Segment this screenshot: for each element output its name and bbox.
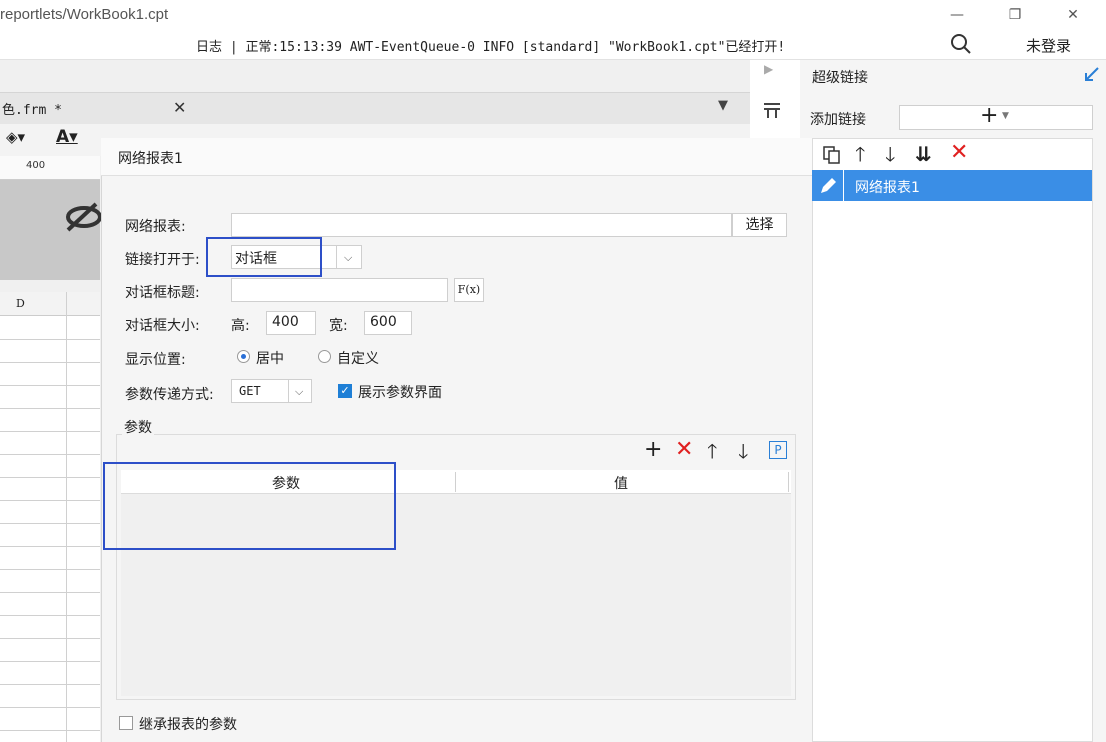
grid-line	[0, 454, 100, 455]
position-custom-label[interactable]: 自定义	[337, 348, 379, 368]
params-group-label: 参数	[122, 417, 154, 437]
param-up-icon[interactable]: 🡑	[707, 441, 717, 461]
chevron-down-icon[interactable]: ⌵	[295, 385, 303, 399]
column-header	[0, 292, 100, 316]
expand-arrow-icon[interactable]: ▶	[764, 62, 773, 76]
item-separator	[843, 170, 844, 201]
editor-tab-label[interactable]: 色.frm *	[2, 99, 62, 118]
position-center-radio[interactable]	[237, 350, 250, 363]
choose-button[interactable]: 选择	[732, 213, 787, 237]
dialog-title-label: 对话框标题:	[125, 285, 200, 301]
grid-line	[0, 500, 100, 501]
height-label: 高:	[231, 318, 250, 334]
ruler-label: 400	[26, 160, 46, 171]
report-label: 网络报表:	[125, 219, 186, 235]
add-param-icon[interactable]: +	[644, 439, 662, 461]
grid-line	[0, 592, 100, 593]
grid-line	[0, 615, 100, 616]
hyperlink-item-label[interactable]: 网络报表1	[855, 177, 920, 197]
dialog-title-input[interactable]	[231, 278, 448, 302]
param-method-label: 参数传递方式:	[125, 387, 214, 403]
move-down-icon[interactable]: 🡓	[885, 144, 895, 164]
minimize-button[interactable]: —	[942, 4, 972, 26]
window-title-path: reportlets/WorkBook1.cpt	[0, 6, 169, 23]
dropdown-menu-icon[interactable]: ▼	[718, 98, 728, 113]
chevron-down-icon[interactable]: ⌵	[344, 251, 352, 265]
height-input[interactable]: 400	[266, 311, 316, 335]
move-bottom-icon[interactable]: ⇊	[915, 144, 932, 164]
col-divider	[455, 472, 456, 492]
select-divider	[336, 246, 337, 268]
grid-line	[0, 730, 100, 731]
grid-line	[0, 362, 100, 363]
grid-line	[0, 569, 100, 570]
add-link-button[interactable]: +	[980, 104, 998, 128]
show-param-label[interactable]: 展示参数界面	[358, 382, 442, 402]
grid-line	[0, 684, 100, 685]
grid-line	[0, 707, 100, 708]
ruler	[0, 156, 100, 180]
grid-line	[0, 431, 100, 432]
grid-line	[0, 661, 100, 662]
position-custom-radio[interactable]	[318, 350, 331, 363]
grid-line	[0, 523, 100, 524]
column-header-d[interactable]: D	[16, 297, 25, 310]
hyperlink-panel-title: 超级链接	[812, 70, 868, 86]
fill-color-icon[interactable]: ◈▾	[6, 128, 25, 146]
position-label: 显示位置:	[125, 352, 186, 368]
move-up-icon[interactable]: 🡑	[855, 144, 865, 164]
edit-pencil-icon	[821, 178, 836, 193]
search-icon[interactable]	[950, 33, 972, 55]
dialog-header	[101, 138, 812, 176]
delete-icon[interactable]: ✕	[950, 142, 968, 164]
select-divider	[288, 380, 289, 402]
formula-button[interactable]: F(x)	[454, 278, 484, 302]
copy-icon[interactable]	[822, 145, 842, 165]
highlight-box	[103, 462, 396, 550]
layout-icon[interactable]	[762, 100, 782, 120]
show-param-checkbox[interactable]: ✓	[338, 384, 352, 398]
add-link-label: 添加链接	[810, 112, 866, 128]
editor-tab-bar	[0, 92, 750, 124]
restore-button[interactable]: ❐	[1000, 4, 1030, 26]
size-label: 对话框大小:	[125, 318, 200, 334]
width-label: 宽:	[329, 318, 348, 334]
dialog-title: 网络报表1	[118, 151, 183, 167]
param-down-icon[interactable]: 🡓	[738, 441, 748, 461]
eye-hidden-icon	[66, 202, 102, 232]
width-input[interactable]: 600	[364, 311, 412, 335]
inherit-params-checkbox[interactable]	[119, 716, 133, 730]
grid-line	[0, 546, 100, 547]
grid-line	[0, 385, 100, 386]
hyperlink-list	[812, 138, 1093, 742]
inherit-params-label[interactable]: 继承报表的参数	[139, 714, 237, 734]
tab-close-icon[interactable]: ✕	[173, 98, 186, 117]
params-col-value[interactable]: 值	[614, 473, 628, 493]
spreadsheet-area[interactable]	[0, 292, 100, 742]
grid-line	[0, 408, 100, 409]
chevron-down-icon[interactable]: ▼	[1002, 111, 1009, 121]
grid-line	[0, 638, 100, 639]
report-path-input[interactable]	[231, 213, 732, 237]
login-status[interactable]: 未登录	[1026, 35, 1071, 56]
position-center-label[interactable]: 居中	[256, 348, 284, 368]
collapse-arrow-icon[interactable]	[1084, 66, 1100, 82]
font-color-icon[interactable]: A▾	[56, 127, 78, 147]
param-method-value: GET	[239, 384, 261, 398]
col-divider	[788, 472, 789, 492]
highlight-box	[206, 237, 322, 277]
param-p-icon[interactable]: P	[769, 441, 787, 459]
grid-line	[0, 477, 100, 478]
grid-line	[66, 292, 67, 742]
grid-line	[0, 339, 100, 340]
log-text: 日志 | 正常:15:13:39 AWT-EventQueue-0 INFO […	[196, 40, 786, 55]
delete-param-icon[interactable]: ✕	[675, 439, 693, 461]
hyperlink-list-item[interactable]	[812, 170, 1092, 201]
close-button[interactable]: ✕	[1058, 4, 1088, 26]
open-in-label: 链接打开于:	[125, 252, 200, 268]
